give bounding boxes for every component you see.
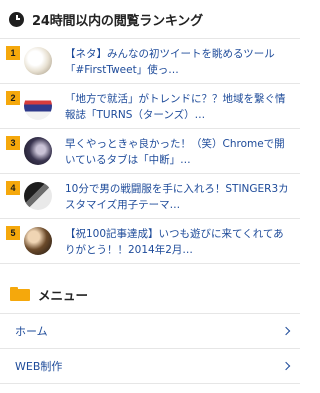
ranking-item-4[interactable]: 4 10分で男の戦闘服を手に入れろ！STINGER3カスタマイズ用子テーマ…: [0, 174, 300, 219]
ranking-section: 24時間以内の閲覧ランキング 1 【ネタ】みんなの初ツイートを眺めるツール「#F…: [0, 0, 300, 264]
ranking-item-1[interactable]: 1 【ネタ】みんなの初ツイートを眺めるツール「#FirstTweet」使っ…: [0, 39, 300, 84]
article-thumbnail[interactable]: [24, 92, 52, 120]
menu-item-label[interactable]: ホーム: [15, 323, 48, 339]
menu-item-web-production[interactable]: WEB制作: [0, 349, 300, 384]
ranking-item-5[interactable]: 5 【祝100記事達成】いつも遊びに来てくれてありがとう！！2014年2月…: [0, 219, 300, 264]
chevron-right-icon: [281, 361, 291, 371]
ranking-list: 1 【ネタ】みんなの初ツイートを眺めるツール「#FirstTweet」使っ… 2…: [0, 38, 300, 264]
clock-icon: [9, 11, 24, 27]
menu-item-label[interactable]: WEB制作: [15, 358, 62, 374]
article-title-link[interactable]: 早くやっときゃ良かった！（笑）Chromeで開いているタブは「中断」…: [65, 136, 291, 168]
ranking-title: 24時間以内の閲覧ランキング: [32, 13, 203, 29]
menu-title: メニュー: [38, 287, 89, 303]
rank-badge: 2: [6, 91, 20, 105]
ranking-item-3[interactable]: 3 早くやっときゃ良かった！（笑）Chromeで開いているタブは「中断」…: [0, 129, 300, 174]
rank-badge: 1: [6, 46, 20, 60]
ranking-item-2[interactable]: 2 「地方で就活」がトレンドに？？地域を繋ぐ情報誌「TURNS（ターンズ）…: [0, 84, 300, 129]
menu-list: ホーム WEB制作: [0, 313, 300, 384]
article-thumbnail[interactable]: [24, 137, 52, 165]
article-title-link[interactable]: 【ネタ】みんなの初ツイートを眺めるツール「#FirstTweet」使っ…: [65, 46, 291, 78]
rank-badge: 3: [6, 136, 20, 150]
chevron-right-icon: [281, 326, 291, 336]
article-thumbnail[interactable]: [24, 182, 52, 210]
folder-icon: [10, 287, 30, 301]
rank-badge: 4: [6, 181, 20, 195]
menu-section: メニュー ホーム WEB制作: [0, 279, 300, 384]
rank-badge: 5: [6, 226, 20, 240]
article-title-link[interactable]: 【祝100記事達成】いつも遊びに来てくれてありがとう！！2014年2月…: [65, 226, 291, 258]
article-title-link[interactable]: 「地方で就活」がトレンドに？？地域を繋ぐ情報誌「TURNS（ターンズ）…: [65, 91, 291, 123]
article-thumbnail[interactable]: [24, 47, 52, 75]
menu-header: メニュー: [0, 279, 300, 309]
article-title-link[interactable]: 10分で男の戦闘服を手に入れろ！STINGER3カスタマイズ用子テーマ…: [65, 181, 291, 213]
ranking-header: 24時間以内の閲覧ランキング: [0, 0, 300, 38]
menu-item-home[interactable]: ホーム: [0, 314, 300, 349]
article-thumbnail[interactable]: [24, 227, 52, 255]
